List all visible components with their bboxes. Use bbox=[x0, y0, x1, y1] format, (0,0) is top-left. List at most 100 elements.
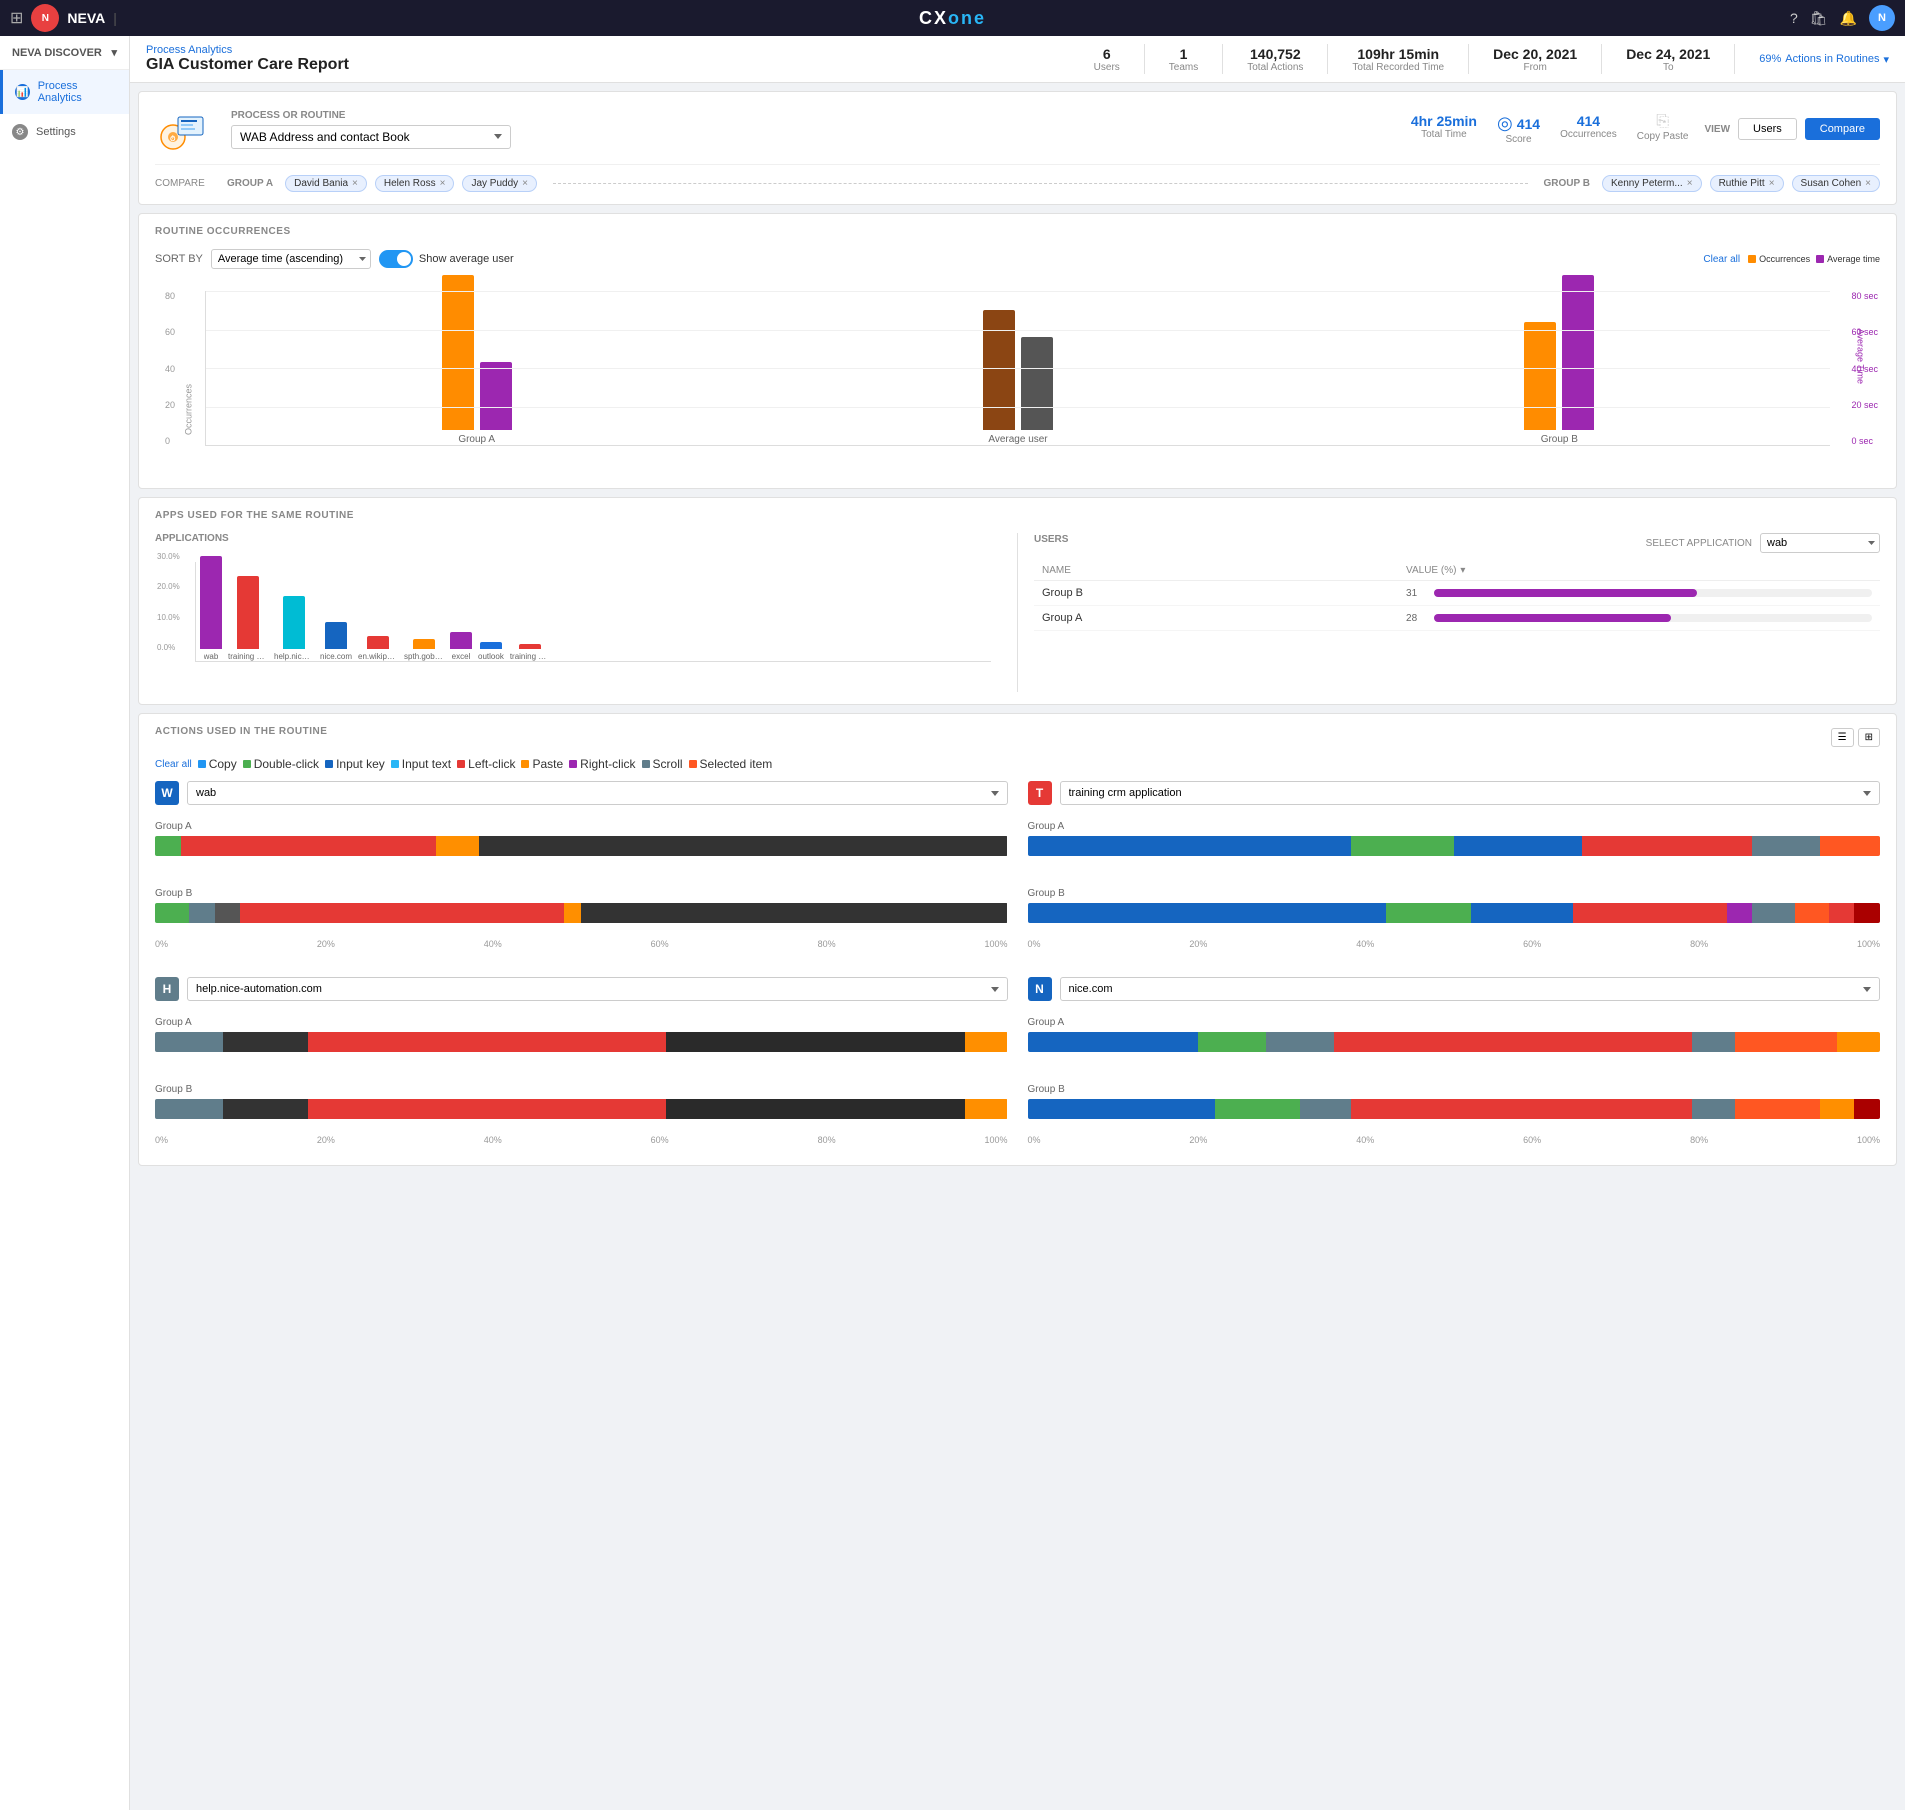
page-title: GIA Customer Care Report bbox=[146, 56, 349, 74]
row-value: 31 bbox=[1398, 581, 1880, 606]
col-name: NAME bbox=[1034, 561, 1398, 581]
bar-group-a-avgtime bbox=[480, 362, 512, 430]
wab-group-a-bar bbox=[155, 836, 1008, 856]
bar-chart-wrapper: Occurrences 80 60 40 20 0 80 sec 60 sec bbox=[155, 281, 1880, 476]
stacked-panel-crm: T training crm application Group A bbox=[1028, 781, 1881, 957]
mini-bar-chart: wab training crm... help.nice-au... bbox=[195, 562, 991, 662]
sidebar-item-settings[interactable]: ⚙ Settings bbox=[0, 114, 129, 150]
bell-icon[interactable]: 🔔 bbox=[1840, 10, 1857, 27]
nice-select[interactable]: nice.com bbox=[1060, 977, 1881, 1001]
bar-group-b: Group B bbox=[1289, 275, 1830, 445]
applications-label: APPLICATIONS bbox=[155, 533, 1001, 544]
select-app-label: SELECT APPLICATION bbox=[1646, 538, 1752, 549]
crm-group-a-bar bbox=[1028, 836, 1881, 856]
stacked-panels-grid: W wab Group A bbox=[155, 781, 1880, 1153]
toggle-container: Show average user bbox=[379, 250, 514, 268]
users-panel: USERS SELECT APPLICATION wab NAME bbox=[1018, 533, 1880, 692]
sort-select[interactable]: Average time (ascending) Average time (d… bbox=[211, 249, 371, 269]
page-header: Process Analytics GIA Customer Care Repo… bbox=[130, 36, 1905, 83]
help-icon[interactable]: ? bbox=[1790, 10, 1798, 26]
nice-x-axis: 0%20%40%60%80%100% bbox=[1028, 1135, 1881, 1145]
tag-susan[interactable]: Susan Cohen × bbox=[1792, 175, 1880, 192]
pstat-total-time: 4hr 25min Total Time bbox=[1411, 113, 1477, 145]
top-nav: ⊞ N NEVA | CXone ? 🛍 🔔 N bbox=[0, 0, 1905, 36]
y-axis-left: 80 60 40 20 0 bbox=[165, 291, 175, 446]
users-label: USERS bbox=[1034, 534, 1068, 545]
mini-y-axis: 30.0% 20.0% 10.0% 0.0% bbox=[157, 552, 180, 652]
crm-icon: T bbox=[1028, 781, 1052, 805]
breadcrumb[interactable]: Process Analytics bbox=[146, 44, 349, 56]
process-illustration: ⏱ bbox=[155, 104, 215, 154]
wab-chart: Group A Group B bbox=[155, 813, 1008, 957]
mini-chart-wrapper: 30.0% 20.0% 10.0% 0.0% wab bbox=[155, 552, 1001, 692]
grid-view-btn[interactable]: ⊞ bbox=[1858, 728, 1880, 747]
actions-link[interactable]: 69% Actions in Routines ▾ bbox=[1759, 53, 1889, 66]
nice-chart: Group A bbox=[1028, 1009, 1881, 1153]
actions-legend-row: Clear all Copy Double-click Input key In… bbox=[155, 757, 1880, 771]
apps-users-row: APPLICATIONS 30.0% 20.0% 10.0% 0.0% bbox=[155, 533, 1880, 692]
wab-group-b-row: Group B bbox=[155, 888, 1008, 923]
pstat-occurrences: 414 Occurrences bbox=[1560, 113, 1617, 145]
actions-clear-all[interactable]: Clear all bbox=[155, 759, 192, 770]
sidebar-item-label: Process Analytics bbox=[38, 80, 117, 104]
mini-bar-training2: training crm... bbox=[510, 644, 550, 661]
stat-recorded-time: 109hr 15min Total Recorded Time bbox=[1352, 46, 1444, 73]
mini-bar-help: help.nice-au... bbox=[274, 596, 314, 661]
table-row: Group A 28 bbox=[1034, 606, 1880, 631]
chevron-icon: ▾ bbox=[111, 46, 117, 59]
store-icon[interactable]: 🛍 bbox=[1810, 10, 1828, 27]
tag-jay[interactable]: Jay Puddy × bbox=[462, 175, 537, 192]
crm-group-b-row: Group B bbox=[1028, 888, 1881, 923]
bar-avg-avgtime bbox=[1021, 337, 1053, 430]
sidebar-discover[interactable]: NEVA DISCOVER ▾ bbox=[0, 36, 129, 70]
help-select[interactable]: help.nice-automation.com bbox=[187, 977, 1008, 1001]
mini-bar-nicecom: nice.com bbox=[320, 622, 352, 661]
sidebar-item-process-analytics[interactable]: 📊 Process Analytics bbox=[0, 70, 129, 114]
tag-kenny[interactable]: Kenny Peterm... × bbox=[1602, 175, 1702, 192]
crm-select[interactable]: training crm application bbox=[1060, 781, 1881, 805]
legend: Occurrences Average time bbox=[1748, 254, 1880, 264]
pstat-copy: ⎘ Copy Paste bbox=[1637, 113, 1689, 145]
view-compare-btn[interactable]: Compare bbox=[1805, 118, 1880, 140]
compare-row: COMPARE GROUP A David Bania × Helen Ross… bbox=[155, 164, 1880, 192]
crm-x-axis: 0%20%40%60%80%100% bbox=[1028, 939, 1881, 949]
bar-group-b-occurrences bbox=[1524, 322, 1556, 430]
view-section: VIEW Users Compare bbox=[1704, 118, 1880, 140]
process-select[interactable]: WAB Address and contact Book bbox=[231, 125, 511, 149]
mini-bar-outlook: outlook bbox=[478, 642, 504, 661]
svg-text:⏱: ⏱ bbox=[170, 135, 176, 143]
help-group-a-bar bbox=[155, 1032, 1008, 1052]
row-value: 28 bbox=[1398, 606, 1880, 631]
actions-header: ACTIONS USED IN THE ROUTINE ☰ ⊞ bbox=[155, 726, 1880, 749]
app-name: NEVA bbox=[67, 10, 105, 26]
routine-occurrences-section: ROUTINE OCCURRENCES SORT BY Average time… bbox=[138, 213, 1897, 489]
wab-group-b-bar bbox=[155, 903, 1008, 923]
tag-helen[interactable]: Helen Ross × bbox=[375, 175, 455, 192]
stat-teams: 1 Teams bbox=[1169, 46, 1198, 73]
mini-bar-spth: spth.gob.es bbox=[404, 639, 444, 661]
main-content: Process Analytics GIA Customer Care Repo… bbox=[130, 36, 1905, 1810]
clear-all-btn[interactable]: Clear all bbox=[1703, 254, 1740, 265]
wab-x-axis: 0%20%40%60%80%100% bbox=[155, 939, 1008, 949]
legend-avg-time: Average time bbox=[1816, 254, 1880, 264]
process-label: PROCESS OR ROUTINE bbox=[231, 110, 1375, 121]
list-view-btn[interactable]: ☰ bbox=[1831, 728, 1854, 747]
bar-avg-occurrences bbox=[983, 310, 1015, 430]
wab-select[interactable]: wab bbox=[187, 781, 1008, 805]
user-avatar[interactable]: N bbox=[1869, 5, 1895, 31]
app-select[interactable]: wab bbox=[1760, 533, 1880, 553]
neva-logo: N bbox=[31, 4, 59, 32]
help-group-b-bar bbox=[155, 1099, 1008, 1119]
nice-dropdown-row: N nice.com bbox=[1028, 977, 1881, 1001]
tag-ruthie[interactable]: Ruthie Pitt × bbox=[1710, 175, 1784, 192]
row-name: Group A bbox=[1034, 606, 1398, 631]
y-axis-left-title: Occurrences bbox=[184, 384, 194, 435]
tag-david[interactable]: David Bania × bbox=[285, 175, 367, 192]
stacked-panel-help: H help.nice-automation.com Group A bbox=[155, 977, 1008, 1153]
mini-bar-wab: wab bbox=[200, 556, 222, 661]
view-users-btn[interactable]: Users bbox=[1738, 118, 1797, 140]
stat-actions-routines[interactable]: 69% Actions in Routines ▾ bbox=[1759, 53, 1889, 66]
show-avg-toggle[interactable] bbox=[379, 250, 413, 268]
stacked-panel-nice: N nice.com Group A bbox=[1028, 977, 1881, 1153]
grid-icon[interactable]: ⊞ bbox=[10, 8, 23, 28]
